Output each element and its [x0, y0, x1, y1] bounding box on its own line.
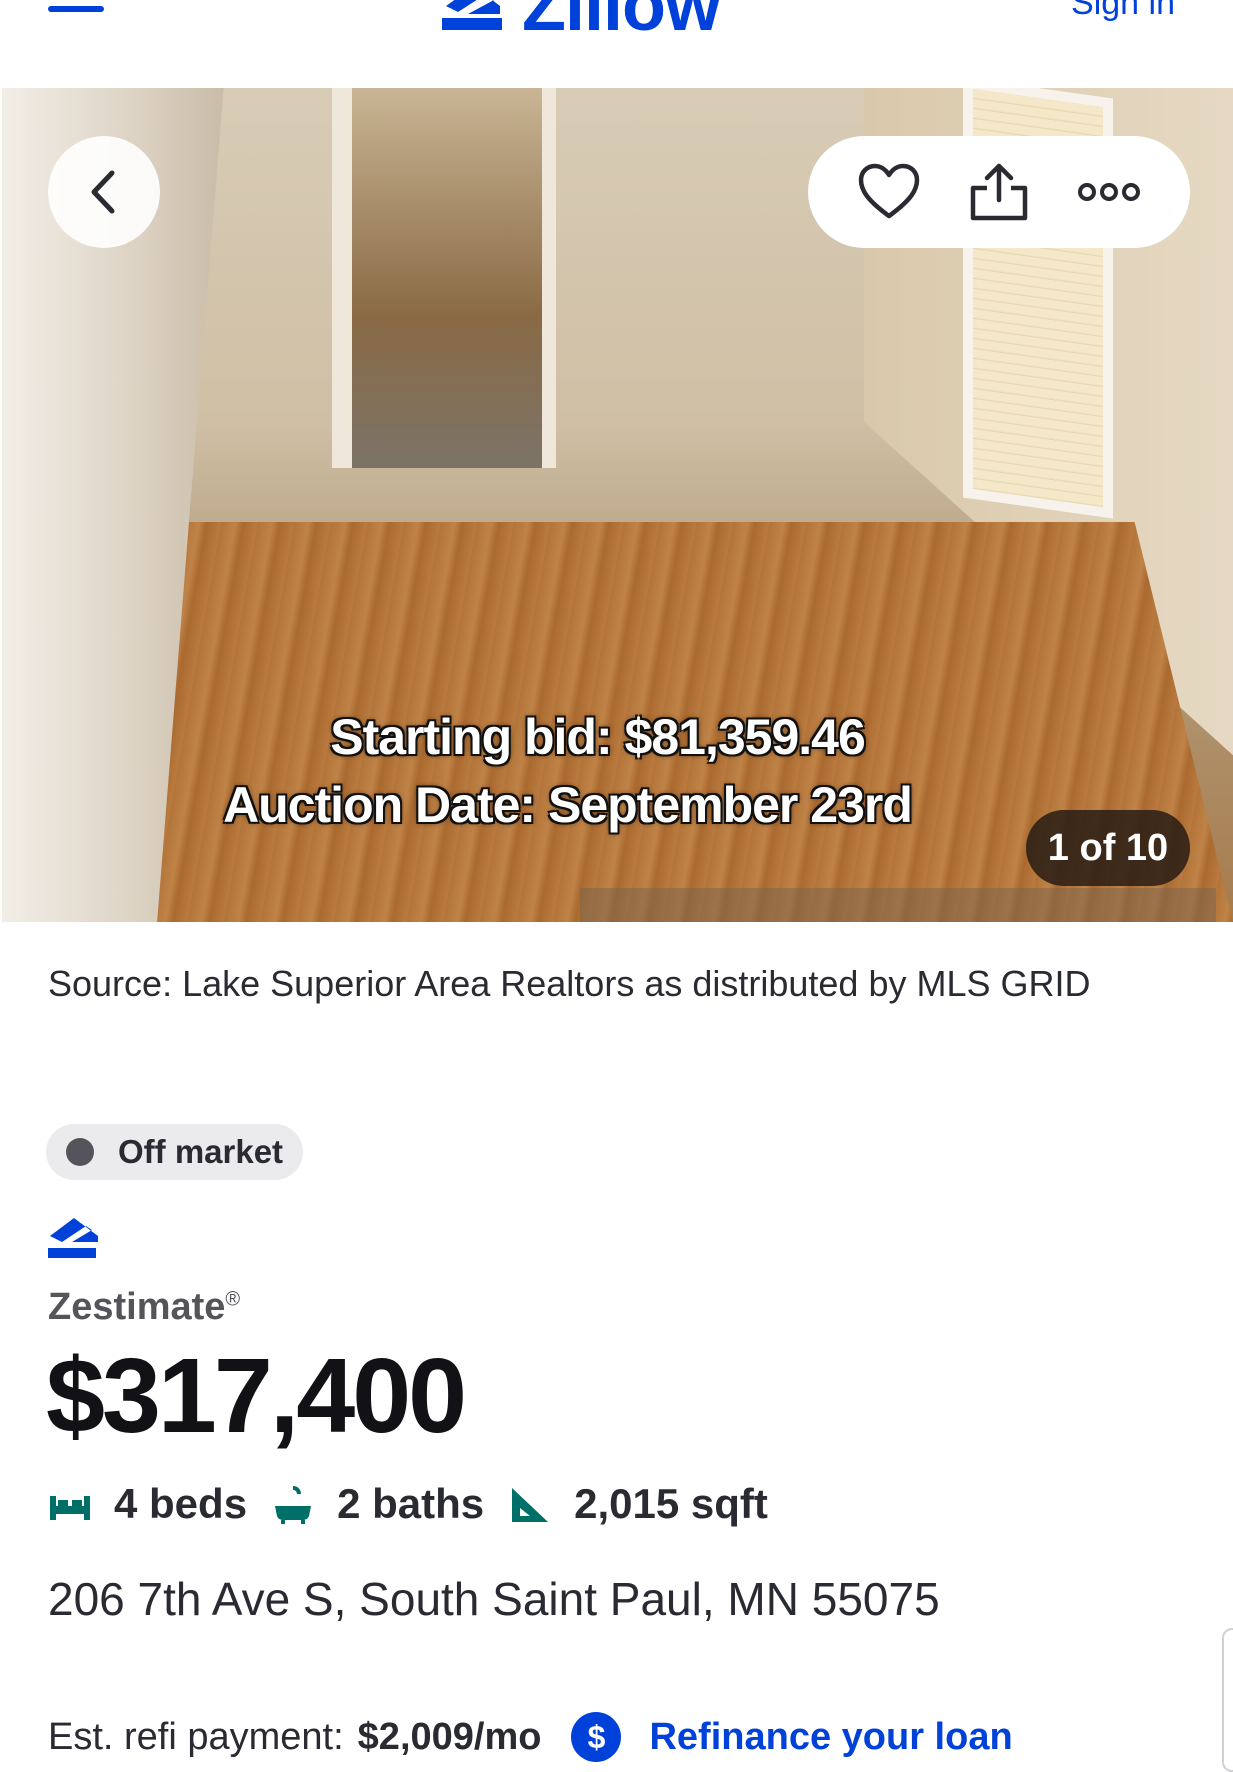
chevron-left-icon	[91, 170, 115, 214]
share-icon	[970, 163, 1028, 221]
more-options-button[interactable]	[1074, 157, 1144, 227]
registered-mark: ®	[225, 1288, 241, 1311]
property-address: 206 7th Ave S, South Saint Paul, MN 5507…	[48, 1573, 940, 1625]
menu-icon[interactable]	[48, 0, 104, 20]
zestimate-label[interactable]: Zestimate®	[48, 1286, 240, 1329]
zillow-z-small-icon	[48, 1218, 98, 1258]
header: Zillow Sign in	[0, 0, 1233, 86]
share-button[interactable]	[964, 157, 1034, 227]
zillow-logo[interactable]: Zillow	[438, 0, 721, 46]
baths-label: 2 baths	[337, 1480, 485, 1527]
refi-row: Est. refi payment: $2,009/mo $ Refinance…	[48, 1712, 1013, 1762]
sqft-label: 2,015 sqft	[574, 1480, 768, 1527]
mls-watermark	[580, 888, 1216, 922]
bed-icon	[50, 1496, 90, 1520]
zillow-z-icon	[442, 0, 502, 30]
beds-label: 4 beds	[114, 1480, 248, 1527]
status-label: Off market	[118, 1133, 284, 1170]
back-button[interactable]	[48, 136, 160, 248]
zestimate-value: $317,400	[46, 1337, 467, 1455]
status-badge: Off market	[46, 1124, 304, 1180]
refi-value: $2,009/mo	[357, 1715, 542, 1758]
home-facts: 4 beds 2 baths 2,015 sqft	[48, 1480, 792, 1528]
save-button[interactable]	[854, 157, 924, 227]
ruler-triangle-icon	[512, 1488, 549, 1522]
floating-panel-edge[interactable]	[1222, 1628, 1233, 1772]
status-dot-icon	[66, 1138, 94, 1166]
photo-doorway	[332, 88, 556, 468]
dollar-icon: $	[571, 1712, 622, 1762]
photo-actions	[808, 136, 1190, 248]
refinance-link[interactable]: Refinance your loan	[649, 1716, 1012, 1759]
heart-icon	[858, 163, 920, 219]
listing-source: Source: Lake Superior Area Realtors as d…	[48, 963, 1091, 1004]
sqft-fact: 2,015 sqft	[508, 1480, 768, 1528]
listing-photo[interactable]: Starting bid: $81,359.46 Auction Date: S…	[2, 88, 1233, 922]
logo-text: Zillow	[522, 0, 721, 46]
beds-fact: 4 beds	[48, 1480, 247, 1528]
sign-in-link[interactable]: Sign in	[1071, 0, 1175, 23]
more-icon	[1078, 183, 1140, 201]
auction-date-caption: Auction Date: September 23rd	[223, 777, 913, 833]
starting-bid-caption: Starting bid: $81,359.46	[330, 709, 866, 765]
bathtub-icon	[275, 1486, 312, 1524]
photo-counter: 1 of 10	[1026, 810, 1190, 886]
refi-label: Est. refi payment:	[48, 1715, 344, 1758]
baths-fact: 2 baths	[271, 1480, 484, 1528]
